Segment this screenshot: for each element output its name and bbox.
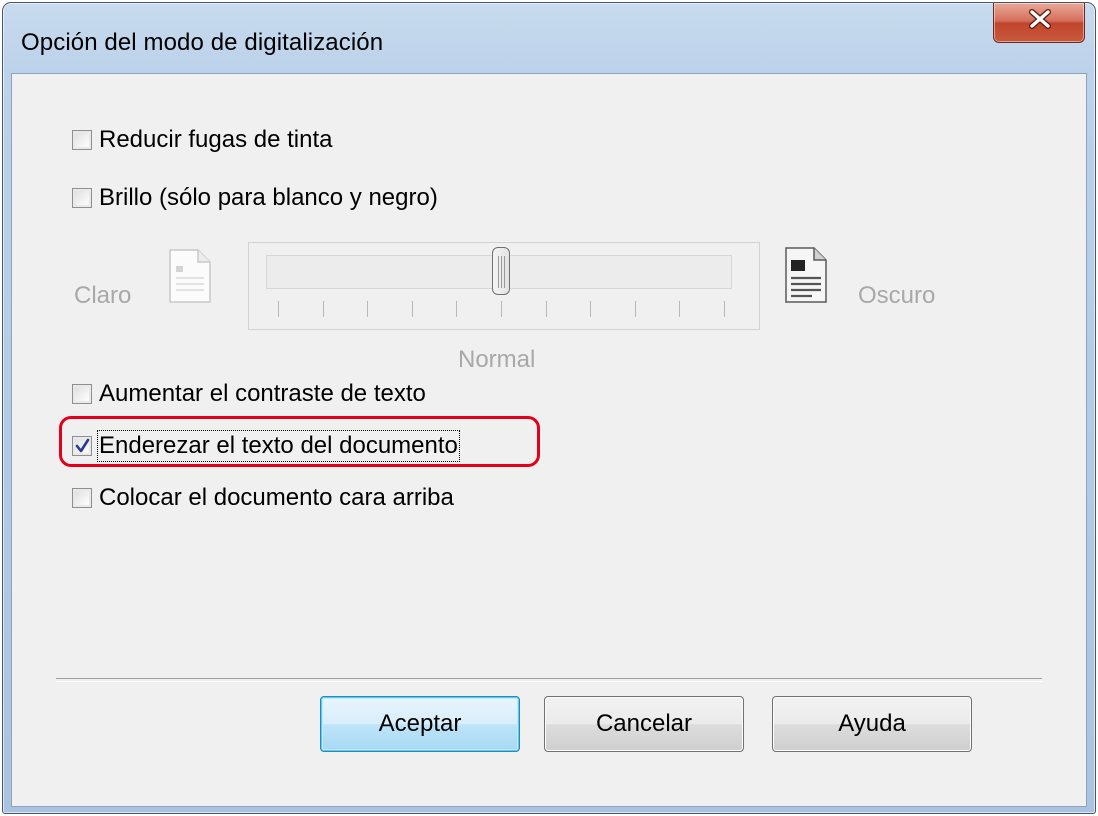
dark-page-icon <box>785 247 827 303</box>
slider-tick <box>679 301 680 317</box>
reduce-ink-bleed-label: Reducir fugas de tinta <box>99 126 333 153</box>
reduce-ink-bleed-checkbox[interactable] <box>72 130 92 150</box>
slider-tick <box>278 301 279 317</box>
slider-tick <box>590 301 591 317</box>
light-page-icon <box>169 249 211 303</box>
slider-tick <box>412 301 413 317</box>
cancel-button[interactable]: Cancelar <box>544 696 744 752</box>
ok-button[interactable]: Aceptar <box>320 696 520 752</box>
slider-tick <box>367 301 368 317</box>
face-up-label: Colocar el documento cara arriba <box>99 484 454 511</box>
dialog-window: Opción del modo de digitalización Reduci… <box>2 2 1096 814</box>
window-title: Opción del modo de digitalización <box>21 29 384 56</box>
close-icon <box>1029 9 1051 29</box>
option-increase-contrast[interactable]: Aumentar el contraste de texto <box>72 380 426 408</box>
slider-tick <box>635 301 636 317</box>
option-brightness[interactable]: Brillo (sólo para blanco y negro) <box>72 184 438 212</box>
brightness-slider-thumb[interactable] <box>492 247 510 295</box>
slider-tick <box>724 301 725 317</box>
highlight-box <box>59 416 540 467</box>
increase-contrast-checkbox[interactable] <box>72 384 92 404</box>
brightness-label: Brillo (sólo para blanco y negro) <box>99 184 438 211</box>
face-up-checkbox[interactable] <box>72 488 92 508</box>
slider-tick <box>546 301 547 317</box>
slider-tick <box>501 301 502 317</box>
slider-right-label: Oscuro <box>858 282 936 309</box>
slider-center-label: Normal <box>458 346 536 373</box>
separator <box>56 678 1042 682</box>
slider-tick <box>456 301 457 317</box>
dialog-body: Reducir fugas de tinta Brillo (sólo para… <box>11 73 1087 807</box>
increase-contrast-label: Aumentar el contraste de texto <box>99 380 426 407</box>
option-reduce-ink-bleed[interactable]: Reducir fugas de tinta <box>72 126 332 154</box>
option-face-up[interactable]: Colocar el documento cara arriba <box>72 484 454 512</box>
slider-tick <box>323 301 324 317</box>
close-button[interactable] <box>993 3 1085 43</box>
slider-left-label: Claro <box>74 282 132 309</box>
brightness-checkbox[interactable] <box>72 188 92 208</box>
help-button[interactable]: Ayuda <box>772 696 972 752</box>
